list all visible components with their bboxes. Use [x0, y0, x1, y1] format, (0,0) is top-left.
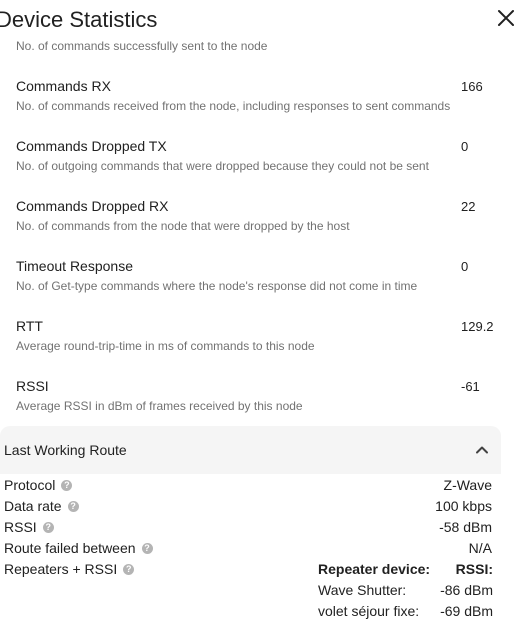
stat-label: Timeout Response: [16, 258, 133, 274]
route-row-route-failed: Route failed between ? N/A: [0, 537, 501, 558]
last-working-route-expander[interactable]: Last Working Route: [0, 426, 501, 474]
help-icon[interactable]: ?: [67, 500, 79, 512]
commands-tx-description: No. of commands successfully sent to the…: [16, 39, 268, 53]
repeater-row: Wave Shutter: -86 dBm: [318, 581, 493, 602]
stat-commands-dropped-tx: Commands Dropped TX No. of outgoing comm…: [0, 120, 525, 180]
stat-description: Average round-trip-time in ms of command…: [16, 339, 315, 353]
stat-value: 166: [461, 79, 483, 94]
repeaters-header: Repeater device: RSSI:: [318, 560, 493, 581]
stat-value: -61: [461, 379, 480, 394]
help-icon[interactable]: ?: [42, 521, 54, 533]
stat-description: No. of commands from the node that were …: [16, 219, 350, 233]
stat-description: No. of outgoing commands that were dropp…: [16, 159, 429, 173]
close-button[interactable]: [494, 6, 518, 30]
repeater-row: volet séjour fixe: -69 dBm: [318, 602, 493, 623]
device-statistics-dialog: Device Statistics No. of commands succes…: [0, 0, 525, 632]
stat-value: 129.2: [461, 319, 494, 334]
stat-label: Commands RX: [16, 78, 111, 94]
stat-value: 0: [461, 139, 469, 154]
route-value: 100 kbps: [435, 498, 492, 514]
route-value: Z-Wave: [443, 477, 492, 493]
route-label: Data rate: [4, 498, 62, 514]
stat-label: Commands Dropped RX: [16, 198, 169, 214]
repeaters-table: Repeater device: RSSI: Wave Shutter: -86…: [318, 560, 493, 623]
stat-label: RSSI: [16, 378, 49, 394]
repeater-name: Wave Shutter:: [318, 582, 407, 598]
route-row-data-rate: Data rate ? 100 kbps: [0, 495, 501, 516]
help-icon[interactable]: ?: [61, 479, 73, 491]
route-value: -58 dBm: [439, 519, 492, 535]
route-label: Route failed between: [4, 540, 136, 556]
stat-rssi: RSSI Average RSSI in dBm of frames recei…: [0, 360, 525, 420]
stat-description: No. of Get-type commands where the node'…: [16, 279, 418, 293]
repeater-name: volet séjour fixe:: [318, 603, 420, 619]
route-label: RSSI: [4, 519, 37, 535]
route-label: Protocol: [4, 477, 56, 493]
stat-rtt: RTT Average round-trip-time in ms of com…: [0, 300, 525, 360]
stat-commands-rx: Commands RX No. of commands received fro…: [0, 60, 525, 120]
help-icon[interactable]: ?: [123, 563, 135, 575]
stat-label: Commands Dropped TX: [16, 138, 167, 154]
route-row-protocol: Protocol ? Z-Wave: [0, 474, 501, 495]
expander-title: Last Working Route: [4, 442, 127, 458]
repeater-device-header: Repeater device:: [318, 561, 431, 577]
stat-value: 0: [461, 259, 469, 274]
repeater-rssi: -69 dBm: [440, 603, 493, 619]
repeater-rssi: -86 dBm: [440, 582, 493, 598]
route-label: Repeaters + RSSI: [4, 561, 118, 577]
close-icon: [498, 10, 514, 26]
chevron-up-icon: [476, 446, 488, 454]
help-icon[interactable]: ?: [141, 542, 153, 554]
stat-timeout-response: Timeout Response No. of Get-type command…: [0, 240, 525, 300]
statistics-list: Commands RX No. of commands received fro…: [0, 60, 525, 420]
stat-value: 22: [461, 199, 476, 214]
route-value: N/A: [468, 540, 492, 556]
stat-commands-dropped-rx: Commands Dropped RX No. of commands from…: [0, 180, 525, 240]
stat-label: RTT: [16, 318, 43, 334]
route-row-rssi: RSSI ? -58 dBm: [0, 516, 501, 537]
dialog-title: Device Statistics: [0, 7, 158, 32]
stat-description: No. of commands received from the node, …: [16, 99, 451, 113]
repeater-rssi-header: RSSI:: [455, 561, 493, 577]
stat-description: Average RSSI in dBm of frames received b…: [16, 399, 303, 413]
